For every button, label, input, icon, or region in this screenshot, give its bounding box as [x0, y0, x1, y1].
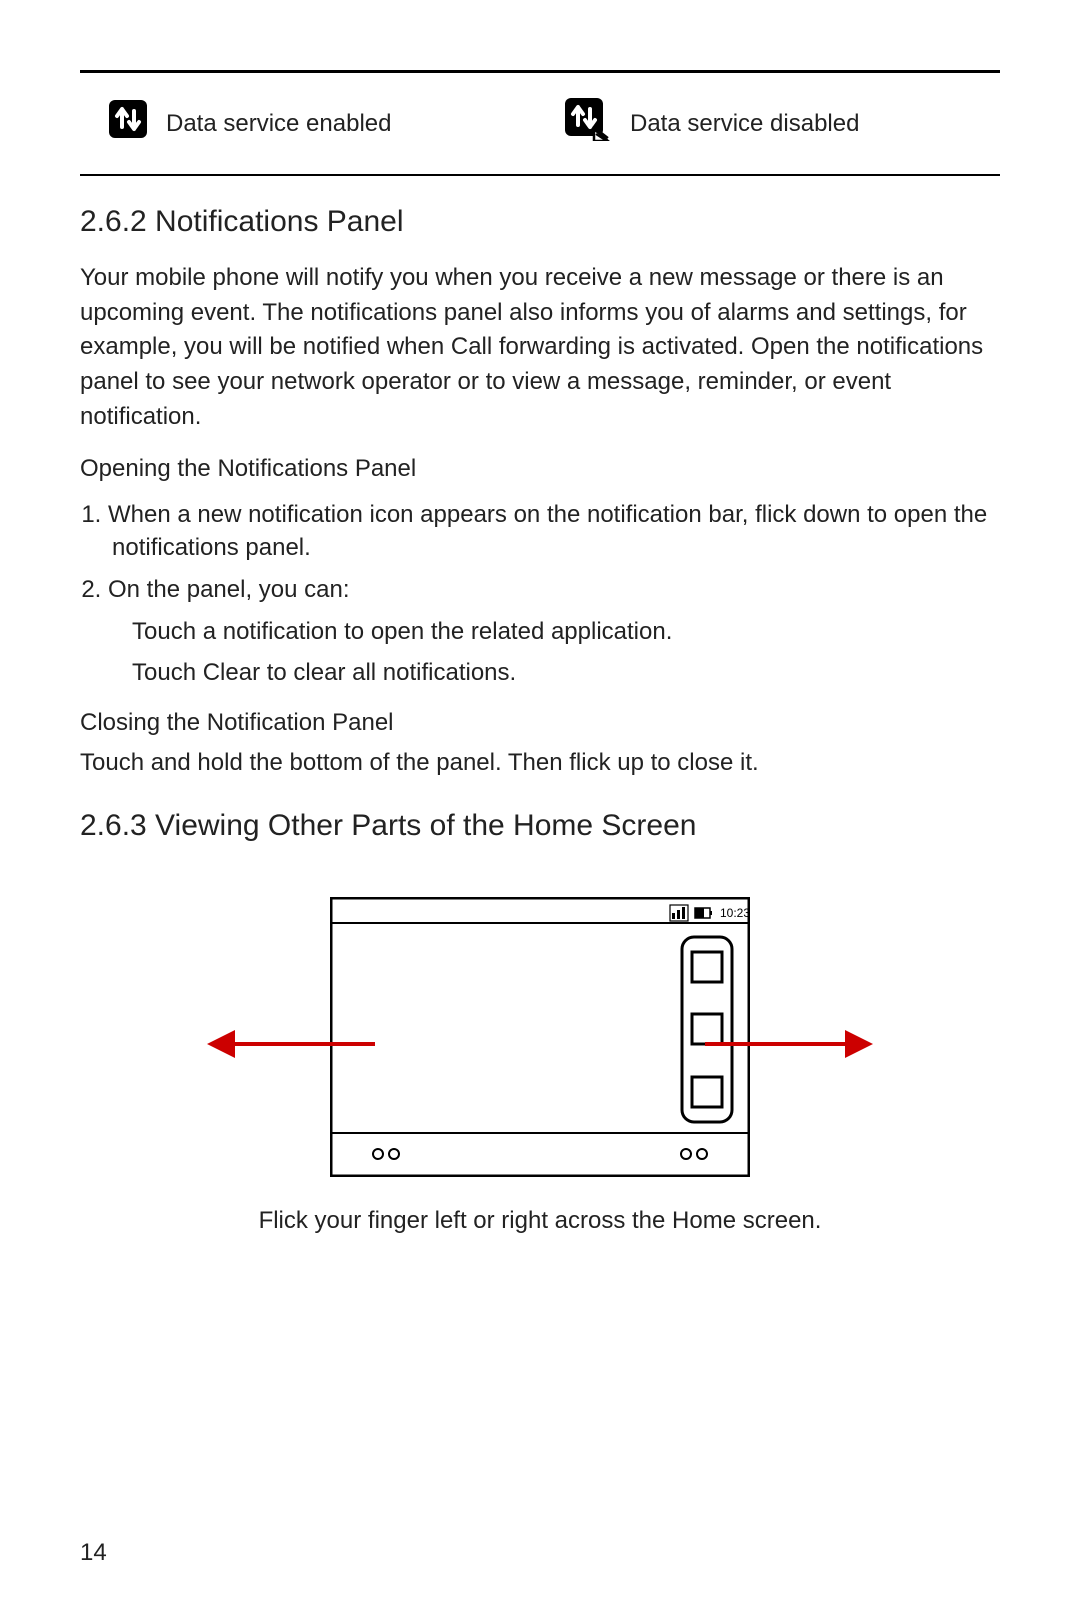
data-disabled-icon — [564, 97, 612, 150]
opening-steps-list: When a new notification icon appears on … — [80, 499, 1000, 606]
data-enabled-icon — [108, 99, 148, 148]
bullet-touch-clear: Touch Clear to clear all notifications. — [132, 657, 1000, 689]
swipe-right-arrow-icon — [705, 1042, 845, 1046]
phone-illustration-icon: 10:23 — [330, 897, 750, 1177]
step-1: When a new notification icon appears on … — [108, 499, 1000, 564]
step-2-sublist: Touch a notification to open the related… — [80, 616, 1000, 689]
section-262-heading: 2.6.2 Notifications Panel — [80, 202, 1000, 243]
status-icons-row: Data service enabled Data service disabl… — [80, 73, 1000, 174]
closing-heading: Closing the Notification Panel — [80, 707, 1000, 739]
data-disabled-cell: Data service disabled — [564, 97, 1000, 150]
data-enabled-cell: Data service enabled — [108, 99, 544, 148]
data-enabled-label: Data service enabled — [166, 108, 391, 140]
section-262-intro: Your mobile phone will notify you when y… — [80, 261, 1000, 435]
home-screen-figure: 10:23 — [290, 897, 790, 1177]
opening-heading: Opening the Notifications Panel — [80, 453, 1000, 485]
bullet-touch-notification: Touch a notification to open the related… — [132, 616, 1000, 648]
section-263-heading: 2.6.3 Viewing Other Parts of the Home Sc… — [80, 806, 1000, 847]
figure-caption: Flick your finger left or right across t… — [80, 1205, 1000, 1237]
page-number: 14 — [80, 1537, 107, 1569]
status-time: 10:23 — [720, 906, 750, 920]
swipe-left-arrow-icon — [235, 1042, 375, 1046]
row-bottom-rule — [80, 174, 1000, 176]
closing-body: Touch and hold the bottom of the panel. … — [80, 746, 1000, 781]
data-disabled-label: Data service disabled — [630, 108, 859, 140]
step-2: On the panel, you can: — [108, 574, 1000, 606]
